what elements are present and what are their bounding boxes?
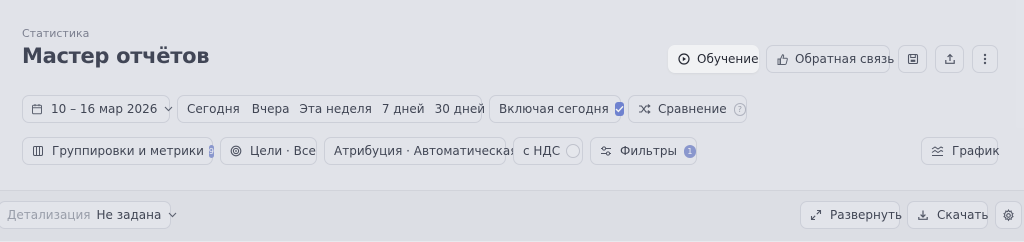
chart-lines-icon <box>931 145 944 157</box>
preset-today[interactable]: Сегодня <box>183 102 244 116</box>
sliders-icon <box>600 145 612 157</box>
feedback-button[interactable]: Обратная связь <box>766 45 894 73</box>
goals-label: Цели · Все <box>250 144 316 158</box>
columns-icon <box>32 145 44 157</box>
breadcrumb[interactable]: Статистика <box>22 27 89 40</box>
period-presets: Сегодня Вчера Эта неделя 7 дней 30 дней <box>177 95 502 123</box>
expand-icon <box>810 209 822 221</box>
expand-label: Развернуть <box>830 208 903 222</box>
learn-button[interactable]: Обучение <box>668 45 759 73</box>
chart-label: График <box>952 144 1000 158</box>
chevron-down-icon <box>164 106 173 112</box>
target-icon <box>230 145 242 157</box>
more-vertical-icon <box>983 53 987 65</box>
chart-button[interactable]: График <box>921 137 1000 165</box>
feedback-button-label: Обратная связь <box>795 52 895 66</box>
groupings-count-badge: 9 <box>208 144 215 158</box>
vat-toggle-indicator <box>566 144 581 158</box>
expand-button[interactable]: Развернуть <box>800 201 903 229</box>
download-button[interactable]: Скачать <box>907 201 989 229</box>
filters-count-badge: 1 <box>683 144 696 158</box>
date-range-value: 10 – 16 мар 2026 <box>51 102 158 116</box>
help-icon[interactable]: ? <box>733 102 746 116</box>
save-button[interactable] <box>898 45 927 73</box>
compare-label: Сравнение <box>658 102 727 116</box>
chevron-down-icon <box>168 212 177 218</box>
compare-button[interactable]: Сравнение ? <box>628 95 747 123</box>
preset-7-days[interactable]: 7 дней <box>378 102 429 116</box>
groupings-label: Группировки и метрики <box>52 144 204 158</box>
include-today-label: Включая сегодня <box>499 102 609 116</box>
checkmark-icon <box>614 102 624 116</box>
detail-select[interactable]: Детализация Не задана <box>0 201 177 229</box>
shuffle-icon <box>638 103 651 115</box>
gear-icon <box>1002 208 1015 222</box>
filters-label: Фильтры <box>620 144 677 158</box>
groupings-metrics-button[interactable]: Группировки и метрики 9 <box>22 137 215 165</box>
attribution-button[interactable]: Атрибуция · Автоматическая <box>324 137 517 165</box>
detail-value: Не задана <box>96 208 162 222</box>
date-range-picker[interactable]: 10 – 16 мар 2026 <box>22 95 173 123</box>
share-button[interactable] <box>935 45 964 73</box>
detail-label: Детализация <box>7 208 91 222</box>
play-circle-icon <box>678 53 690 65</box>
calendar-icon <box>31 103 43 115</box>
filters-button[interactable]: Фильтры 1 <box>590 137 697 165</box>
vat-toggle[interactable]: с НДС <box>513 137 583 165</box>
preset-yesterday[interactable]: Вчера <box>248 102 294 116</box>
settings-button[interactable] <box>995 201 1022 229</box>
save-icon <box>907 53 919 65</box>
download-label: Скачать <box>937 208 989 222</box>
download-icon <box>917 209 929 221</box>
include-today-checkbox[interactable]: Включая сегодня <box>489 95 624 123</box>
preset-this-week[interactable]: Эта неделя <box>295 102 375 116</box>
preset-30-days[interactable]: 30 дней <box>431 102 489 116</box>
more-menu-button[interactable] <box>972 45 998 73</box>
upload-icon <box>944 53 956 65</box>
page-title: Мастер отчётов <box>22 44 210 68</box>
thumbs-up-icon <box>776 53 789 66</box>
vat-label: с НДС <box>523 144 561 158</box>
goals-button[interactable]: Цели · Все <box>220 137 317 165</box>
attribution-label: Атрибуция · Автоматическая <box>334 144 518 158</box>
learn-button-label: Обучение <box>697 52 759 66</box>
